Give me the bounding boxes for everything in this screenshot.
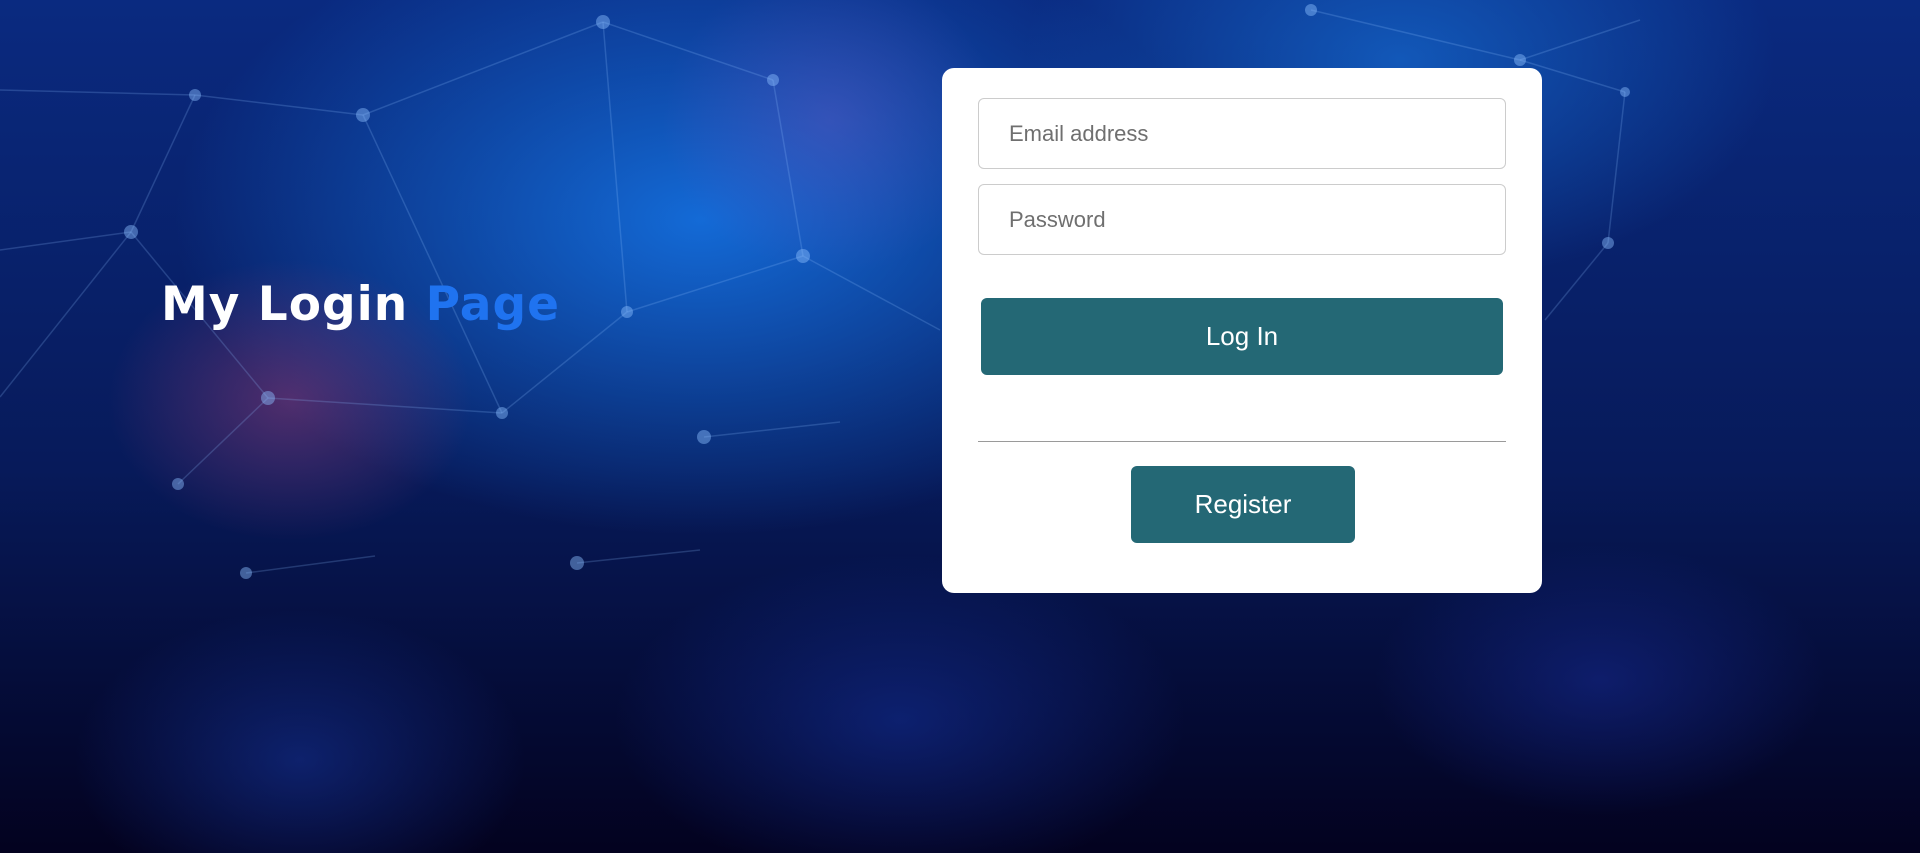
form-divider [978,441,1506,442]
register-button[interactable]: Register [1131,466,1355,543]
page-title: My Login Page [161,277,560,332]
page-title-main: My Login [161,277,409,332]
password-field[interactable] [978,184,1506,255]
login-card: Log In Register [942,68,1542,593]
page-title-accent: Page [425,277,561,332]
login-button[interactable]: Log In [981,298,1503,375]
email-field[interactable] [978,98,1506,169]
